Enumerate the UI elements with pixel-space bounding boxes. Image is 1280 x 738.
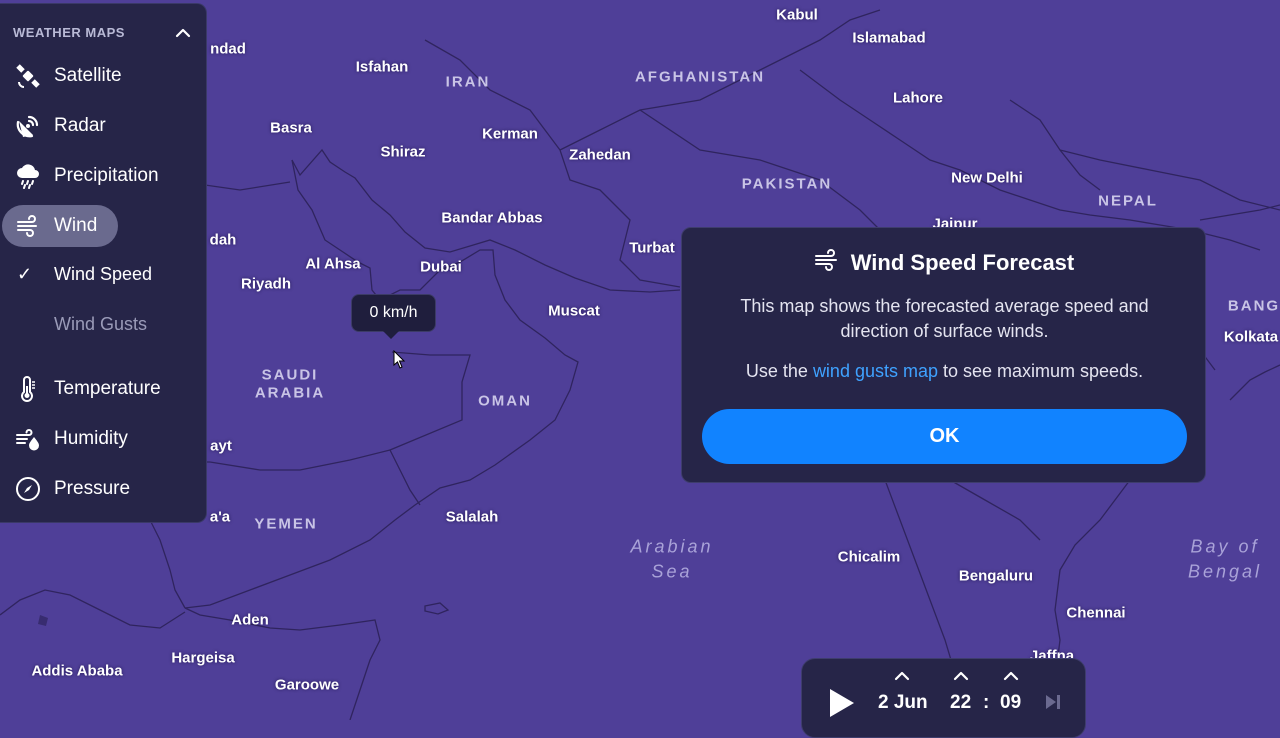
map-city-label: Dubai (420, 258, 462, 276)
map-city-label: Isfahan (355, 58, 409, 76)
dialog-header: Wind Speed Forecast (682, 248, 1205, 277)
minute-up-chevron-icon[interactable] (1002, 669, 1020, 683)
wind-icon (813, 248, 841, 277)
hour-up-chevron-icon[interactable] (952, 669, 970, 683)
sidebar-subitem-wind-speed[interactable]: ✓ Wind Speed (0, 258, 200, 292)
map-country-label: AFGHANISTAN (634, 68, 766, 86)
wind-gusts-map-link[interactable]: wind gusts map (813, 361, 938, 381)
play-icon[interactable] (828, 687, 856, 724)
dialog-note: Use the wind gusts map to see maximum sp… (712, 359, 1177, 384)
map-city-label: Hargeisa (171, 649, 235, 667)
map-city-label: Kerman (482, 125, 538, 143)
map-city-label: Aden (231, 611, 269, 629)
timeline-date[interactable]: 2 Jun (878, 692, 928, 714)
tooltip-pointer (383, 331, 399, 339)
map-city-label: Islamabad (852, 29, 926, 47)
sidebar-item-label: Humidity (54, 428, 128, 449)
map-city-label: Chennai (1066, 604, 1126, 622)
sidebar-subitem-wind-gusts[interactable]: Wind Gusts (0, 308, 200, 342)
sidebar-item-satellite[interactable]: Satellite (2, 55, 122, 97)
mouse-cursor-icon (393, 349, 407, 375)
timeline-hour[interactable]: 22 (950, 692, 971, 714)
panel-heading: WEATHER MAPS (13, 25, 125, 40)
map-city-label: Zahedan (569, 146, 631, 164)
sidebar-subitem-label: Wind Speed (54, 264, 153, 284)
sidebar-item-label: Precipitation (54, 165, 159, 186)
map-sea-label: Sea (651, 561, 693, 582)
wind-icon (14, 212, 42, 240)
map-city-label: Kolkata (1223, 328, 1279, 346)
wind-speed-tooltip: 0 km/h (351, 294, 436, 332)
map-city-label: ayt (210, 437, 232, 455)
date-up-chevron-icon[interactable] (893, 669, 911, 683)
map-country-label: BANG (1227, 297, 1280, 315)
map-country-label: SAUDI (261, 366, 319, 384)
weather-maps-panel: WEATHER MAPS Satellite Radar Precipitati… (0, 3, 207, 523)
map-country-label: PAKISTAN (741, 175, 833, 193)
check-icon: ✓ (17, 264, 33, 284)
sidebar-item-label: Temperature (54, 378, 161, 399)
sidebar-item-temperature[interactable]: Temperature (2, 368, 161, 410)
map-city-label: Garoowe (274, 676, 340, 694)
dialog-note-prefix: Use the (745, 361, 813, 381)
compass-icon (14, 475, 42, 503)
map-city-label: Bandar Abbas (441, 209, 543, 227)
map-city-label: Bengaluru (958, 567, 1034, 585)
map-sea-label: Bay of (1190, 536, 1260, 557)
map-city-label: Al Ahsa (305, 255, 361, 273)
humidity-icon (14, 425, 42, 453)
satellite-icon (14, 62, 42, 90)
sidebar-item-wind[interactable]: Wind (2, 205, 118, 247)
map-city-label: Salalah (445, 508, 499, 526)
map-city-label: Chicalim (837, 548, 901, 566)
map-city-label: a'a (209, 508, 231, 526)
map-city-label: ndad (210, 40, 246, 58)
map-city-label: Turbat (629, 239, 675, 257)
map-sea-label: Bengal (1187, 561, 1263, 582)
chevron-up-icon[interactable] (173, 23, 193, 43)
timeline-controls: 2 Jun 22 : 09 (801, 658, 1086, 738)
sidebar-item-humidity[interactable]: Humidity (2, 418, 128, 460)
map-country-label: YEMEN (254, 515, 318, 533)
sidebar-item-label: Wind (54, 215, 98, 236)
map-city-label: Riyadh (240, 275, 292, 293)
map-city-label: dah (209, 231, 237, 249)
map-country-label: NEPAL (1098, 192, 1158, 210)
map-city-label: Addis Ababa (31, 662, 123, 680)
wind-speed-forecast-dialog: Wind Speed Forecast This map shows the f… (681, 227, 1206, 483)
map-sea-label: Arabian (630, 536, 714, 557)
map-city-label: New Delhi (951, 169, 1023, 187)
map-city-label: Shiraz (380, 143, 426, 161)
sidebar-item-label: Satellite (54, 65, 122, 86)
map-country-label: ARABIA (254, 384, 326, 402)
skip-forward-icon[interactable] (1044, 693, 1062, 716)
dialog-description: This map shows the forecasted average sp… (740, 296, 1149, 341)
map-city-label: Lahore (892, 89, 944, 107)
sidebar-item-label: Radar (54, 115, 106, 136)
sidebar-item-precipitation[interactable]: Precipitation (2, 155, 159, 197)
map-city-label: Kabul (776, 6, 818, 24)
sidebar-item-pressure[interactable]: Pressure (2, 468, 130, 510)
timeline-separator: : (983, 692, 990, 713)
map-country-label: OMAN (478, 392, 532, 410)
sidebar-subitem-label: Wind Gusts (54, 314, 148, 334)
thermometer-icon (14, 375, 42, 403)
timeline-minute[interactable]: 09 (1000, 692, 1021, 714)
map-city-label: Muscat (548, 302, 600, 320)
map-country-label: IRAN (445, 73, 491, 91)
dialog-title: Wind Speed Forecast (850, 249, 1075, 275)
map-city-label: Basra (270, 119, 312, 137)
dialog-note-suffix: to see maximum speeds. (938, 361, 1144, 381)
precipitation-icon (14, 162, 42, 190)
ok-button[interactable]: OK (702, 409, 1187, 464)
sidebar-item-radar[interactable]: Radar (2, 105, 118, 147)
sidebar-item-label: Pressure (54, 478, 131, 499)
radar-icon (14, 112, 42, 140)
